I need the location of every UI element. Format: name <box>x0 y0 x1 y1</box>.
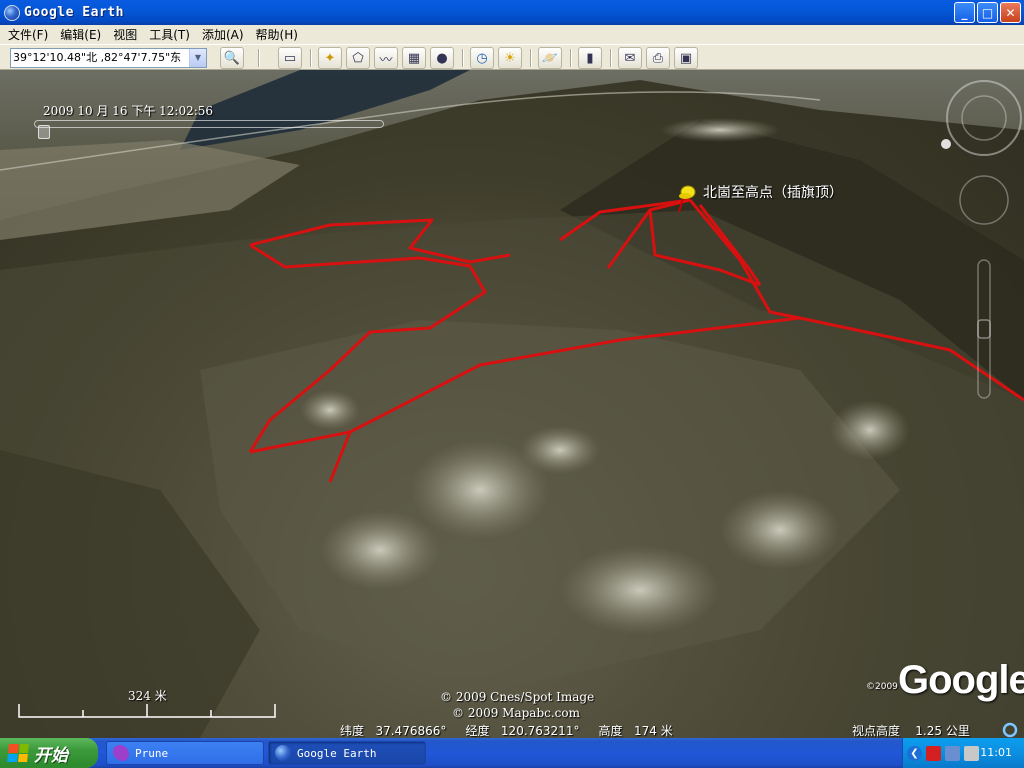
placemark-icon: ✦ <box>324 50 336 66</box>
pushpin-icon[interactable] <box>676 184 698 214</box>
toolbar-separator <box>610 49 611 67</box>
menu-file[interactable]: 文件(F) <box>4 26 56 43</box>
toolbar: 39°12'10.48"北 ,82°47'7.75"东 ▼ 🔍 ▭ ✦ ⬠ 〰 … <box>0 44 1024 70</box>
print-icon: ⎙ <box>652 50 664 66</box>
timestamp-label: 2009 10 月 16 下午 12:02:56 <box>43 104 214 118</box>
volume-icon[interactable] <box>964 745 979 761</box>
add-path-button[interactable]: 〰 <box>374 47 398 69</box>
status-coordinates: 纬度 37.476866° 经度 120.763211° 高度 174 米 <box>340 722 673 738</box>
chevron-down-icon[interactable]: ▼ <box>189 49 206 67</box>
close-button[interactable]: ✕ <box>1000 2 1021 23</box>
task-google-earth-label: Google Earth <box>297 746 377 760</box>
time-slider-handle[interactable] <box>38 125 50 139</box>
eye-altitude: 视点高度 1.25 公里 <box>852 722 970 738</box>
record-tour-icon: ● <box>436 50 448 66</box>
look-joystick <box>946 80 1022 156</box>
google-copyright-year: ©2009 <box>866 682 898 692</box>
add-polygon-button[interactable]: ⬠ <box>346 47 370 69</box>
planet-button[interactable]: 🪐 <box>538 47 562 69</box>
tray-expand-icon[interactable]: ❮ <box>907 745 922 761</box>
start-button[interactable]: 开始 <box>0 738 98 768</box>
maximize-button[interactable]: □ <box>977 2 998 23</box>
eye-altitude-label: 视点高度 <box>852 724 901 738</box>
email-button[interactable]: ✉ <box>618 47 642 69</box>
toolbar-separator <box>310 49 311 67</box>
ruler-icon: ▮ <box>586 50 594 66</box>
longitude-value: 120.763211° <box>500 724 580 738</box>
sidebar-icon: ▭ <box>283 50 297 66</box>
windows-logo-icon <box>7 744 29 762</box>
copyright-spot: © 2009 Cnes/Spot Image <box>440 690 595 704</box>
elevation-value: 174 米 <box>634 724 673 738</box>
polygon-icon: ⬠ <box>352 50 364 66</box>
scale-bar <box>18 704 276 718</box>
clock[interactable]: 11:01 <box>980 746 1012 759</box>
task-google-earth[interactable]: Google Earth <box>268 741 426 765</box>
menu-help[interactable]: 帮助(H) <box>252 26 306 43</box>
google-earth-icon <box>4 4 20 21</box>
ruler-button[interactable]: ▮ <box>578 47 602 69</box>
menu-edit[interactable]: 编辑(E) <box>56 26 109 43</box>
menu-view[interactable]: 视图 <box>109 26 145 43</box>
google-earth-task-icon <box>275 745 291 761</box>
placemark-label[interactable]: 北崮至高点（插旗顶） <box>703 182 843 202</box>
longitude-label: 经度 <box>465 724 490 738</box>
search-button[interactable]: 🔍 <box>220 47 244 69</box>
email-icon: ✉ <box>624 50 636 66</box>
prune-app-icon <box>113 745 129 761</box>
sunlight-icon: ☀ <box>504 50 516 66</box>
planet-icon: 🪐 <box>541 50 559 66</box>
google-logo: Google <box>898 658 1024 702</box>
toolbar-separator <box>570 49 571 67</box>
zoom-slider <box>977 259 991 399</box>
start-label: 开始 <box>34 745 68 766</box>
add-placemark-button[interactable]: ✦ <box>318 47 342 69</box>
map-viewport[interactable]: 2009 10 月 16 下午 12:02:56 北崮至高点（插旗顶） © 20… <box>0 70 1024 738</box>
streaming-icon <box>1002 722 1018 738</box>
toolbar-separator <box>462 49 463 67</box>
search-value: 39°12'10.48"北 ,82°47'7.75"东 <box>13 51 182 64</box>
path-icon: 〰 <box>379 52 393 68</box>
toolbar-separator <box>530 49 531 67</box>
search-input[interactable]: 39°12'10.48"北 ,82°47'7.75"东 ▼ <box>10 48 207 68</box>
toolbar-separator <box>258 49 259 67</box>
image-overlay-button[interactable]: ▦ <box>402 47 426 69</box>
task-prune-label: Prune <box>135 746 169 760</box>
task-prune[interactable]: Prune <box>106 741 264 765</box>
window-controls: _ □ ✕ <box>954 2 1021 23</box>
copyright-mapabc: © 2009 Mapabc.com <box>452 706 580 720</box>
menu-bar: 文件(F) 编辑(E) 视图 工具(T) 添加(A) 帮助(H) <box>0 25 1024 44</box>
navigation-controls[interactable] <box>934 80 1024 410</box>
system-tray: ❮ 11:01 <box>902 738 1024 768</box>
save-image-icon: ▣ <box>679 50 693 66</box>
history-button[interactable]: ◷ <box>470 47 494 69</box>
record-tour-button[interactable]: ● <box>430 47 454 69</box>
search-icon: 🔍 <box>223 50 241 66</box>
elevation-label: 高度 <box>598 724 623 738</box>
history-icon: ◷ <box>476 50 488 66</box>
scale-label: 324 米 <box>128 689 167 703</box>
north-icon <box>941 139 951 149</box>
menu-add[interactable]: 添加(A) <box>198 26 252 43</box>
time-slider[interactable] <box>34 120 384 128</box>
eye-altitude-value: 1.25 公里 <box>915 724 970 738</box>
taskbar: 开始 Prune Google Earth ❮ 11:01 <box>0 738 1024 768</box>
save-image-button[interactable]: ▣ <box>674 47 698 69</box>
window-title: Google Earth <box>24 5 124 20</box>
image-overlay-icon: ▦ <box>407 50 421 66</box>
move-joystick <box>959 175 1009 225</box>
network-icon[interactable] <box>945 745 960 761</box>
print-button[interactable]: ⎙ <box>646 47 670 69</box>
antivirus-icon[interactable] <box>926 745 941 761</box>
latitude-value: 37.476866° <box>375 724 447 738</box>
sunlight-button[interactable]: ☀ <box>498 47 522 69</box>
minimize-button[interactable]: _ <box>954 2 975 23</box>
title-bar[interactable]: Google Earth _ □ ✕ <box>0 0 1024 25</box>
menu-tools[interactable]: 工具(T) <box>145 26 198 43</box>
sidebar-button[interactable]: ▭ <box>278 47 302 69</box>
latitude-label: 纬度 <box>340 724 365 738</box>
terrain-image <box>0 70 1024 738</box>
